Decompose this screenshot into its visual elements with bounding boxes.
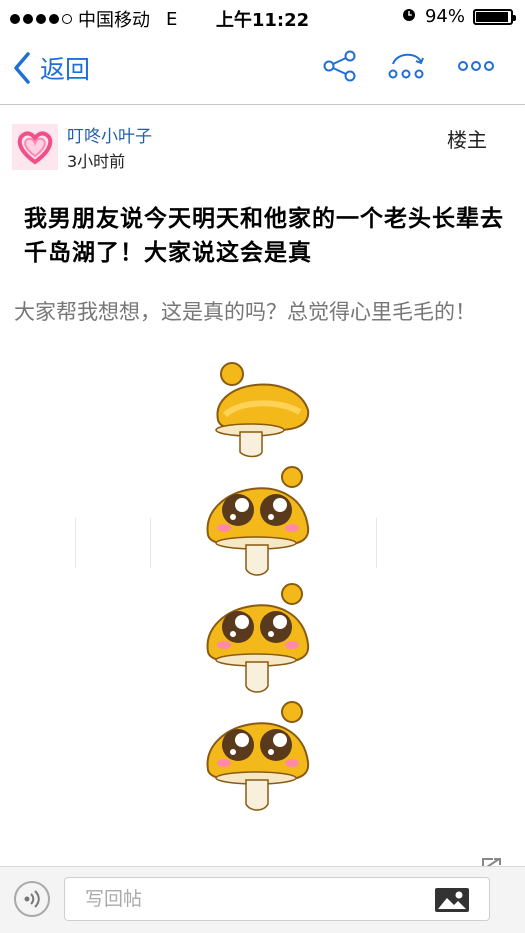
alarm-icon	[401, 6, 417, 27]
nav-actions	[323, 50, 495, 86]
sticker-stack	[200, 360, 325, 820]
voice-button[interactable]	[14, 881, 50, 917]
divider	[150, 518, 151, 568]
battery-label: 94%	[424, 6, 465, 27]
post-title: 我男朋友说今天明天和他家的一个老头长辈去千岛湖了！大家说这会是真	[24, 206, 504, 266]
image-icon	[435, 888, 469, 912]
avatar[interactable]	[12, 124, 58, 170]
mushroom-sticker	[200, 360, 310, 469]
floor-label: 楼主	[447, 128, 487, 152]
reply-input[interactable]: 写回帖	[64, 877, 490, 921]
post-body: 大家帮我想想，这是真的吗？总觉得心里毛毛的！	[14, 300, 476, 324]
battery-icon	[473, 8, 516, 25]
divider	[75, 518, 76, 568]
image-button[interactable]	[434, 887, 470, 917]
mushroom-sticker	[200, 700, 310, 819]
mushroom-sticker	[200, 465, 310, 584]
divider	[376, 518, 377, 568]
post-author-row: 叮咚小叶子 3小时前 楼主	[12, 118, 512, 178]
chevron-left-icon	[14, 52, 30, 84]
voice-icon	[24, 890, 40, 908]
back-label: 返回	[40, 55, 91, 84]
author-name[interactable]: 叮咚小叶子	[67, 122, 152, 147]
status-right: 94%	[401, 6, 516, 27]
reply-bar: 写回帖	[0, 866, 525, 933]
share-icon[interactable]	[323, 50, 357, 86]
forward-icon[interactable]	[387, 50, 427, 86]
status-bar: 中国移动 E 上午11:22 94%	[0, 0, 525, 34]
post-time: 3小时前	[67, 152, 126, 171]
more-icon[interactable]	[457, 50, 495, 86]
back-button[interactable]: 返回	[12, 50, 90, 86]
mushroom-sticker	[200, 582, 310, 701]
nav-bar: 返回	[0, 34, 525, 105]
